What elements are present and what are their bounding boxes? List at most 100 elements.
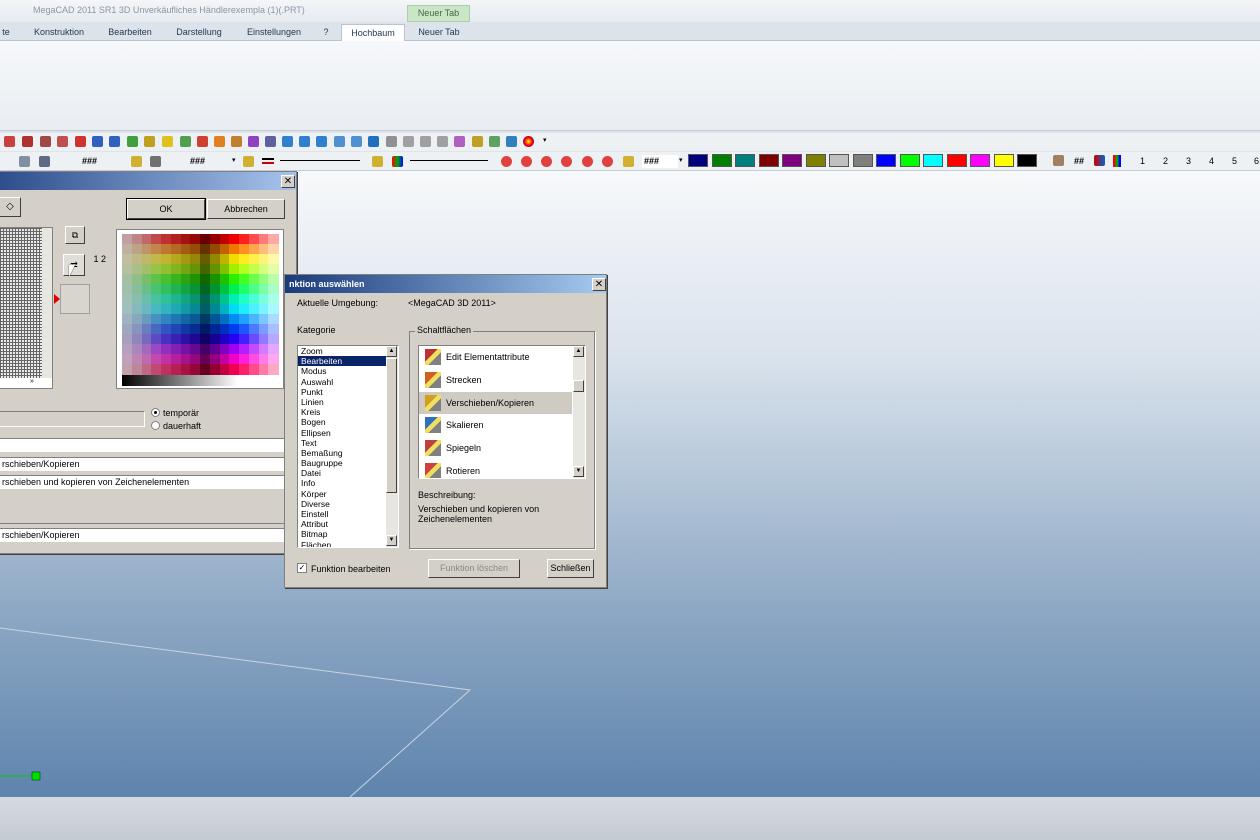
color-swatch[interactable] [782, 154, 802, 167]
line-style-field-1[interactable]: ### [82, 156, 97, 166]
palette-cell[interactable] [209, 264, 220, 275]
palette-cell[interactable] [219, 344, 230, 355]
palette-cell[interactable] [190, 234, 201, 245]
palette-cell[interactable] [180, 274, 191, 285]
tab-bearbeiten[interactable]: Bearbeiten [98, 24, 162, 41]
lock-icon[interactable] [131, 156, 142, 167]
palette-cell[interactable] [190, 334, 201, 345]
palette-cell[interactable] [141, 344, 152, 355]
palette-cell[interactable] [161, 354, 172, 365]
category-item[interactable]: Diverse [298, 499, 386, 509]
category-item[interactable]: Einstell [298, 509, 386, 519]
palette-cell[interactable] [141, 284, 152, 295]
palette-cell[interactable] [131, 314, 142, 325]
category-item[interactable]: Zoom [298, 346, 386, 356]
palette-cell[interactable] [209, 304, 220, 315]
palette-cell[interactable] [209, 334, 220, 345]
palette-cell[interactable] [239, 264, 250, 275]
palette-cell[interactable] [141, 254, 152, 265]
palette-cell[interactable] [268, 284, 279, 295]
palette-cell[interactable] [219, 334, 230, 345]
toolbar-icon-2[interactable] [22, 136, 33, 147]
palette-cell[interactable] [209, 294, 220, 305]
palette-cell[interactable] [180, 244, 191, 255]
palette-cell[interactable] [258, 344, 269, 355]
palette-cell[interactable] [190, 344, 201, 355]
palette-cell[interactable] [122, 354, 133, 365]
palette-cell[interactable] [258, 284, 269, 295]
color-swatch[interactable] [735, 154, 755, 167]
palette-cell[interactable] [122, 244, 133, 255]
palette-cell[interactable] [239, 304, 250, 315]
palette-cell[interactable] [248, 324, 259, 335]
category-item[interactable]: Ellipsen [298, 428, 386, 438]
line-style-field-2[interactable]: ### [190, 156, 205, 166]
palette-cell[interactable] [200, 344, 211, 355]
color-palette-grid[interactable] [122, 234, 279, 375]
palette-cell[interactable] [209, 244, 220, 255]
palette-cell[interactable] [161, 364, 172, 375]
palette-cell[interactable] [161, 304, 172, 315]
pen-icon[interactable] [150, 156, 161, 167]
toolbar-icon-15[interactable] [248, 136, 259, 147]
toolbar-icon-10[interactable] [162, 136, 173, 147]
palette-cell[interactable] [200, 364, 211, 375]
palette-cell[interactable] [122, 324, 133, 335]
palette-cell[interactable] [200, 294, 211, 305]
palette-cell[interactable] [200, 304, 211, 315]
palette-cell[interactable] [180, 334, 191, 345]
category-item[interactable]: Info [298, 478, 386, 488]
palette-cell[interactable] [239, 294, 250, 305]
category-item[interactable]: Flächen [298, 540, 386, 547]
toolbar-icon-4[interactable] [57, 136, 68, 147]
palette-cell[interactable] [200, 254, 211, 265]
palette-cell[interactable] [268, 264, 279, 275]
palette-cell[interactable] [190, 354, 201, 365]
color-swatch[interactable] [711, 154, 732, 167]
save-icon[interactable] [39, 156, 50, 167]
palette-cell[interactable] [131, 354, 142, 365]
function-item[interactable]: Spiegeln [419, 437, 572, 459]
eraser-tool-button[interactable]: ◇ [0, 197, 21, 217]
scroll-end-icon[interactable]: » [30, 378, 42, 388]
palette-cell[interactable] [268, 234, 279, 245]
palette-cell[interactable] [122, 304, 133, 315]
palette-cell[interactable] [170, 304, 181, 315]
layer-6-button[interactable]: 6 [1254, 156, 1259, 166]
palette-cell[interactable] [180, 324, 191, 335]
palette-cell[interactable] [268, 254, 279, 265]
category-item[interactable]: Bitmap [298, 529, 386, 539]
palette-cell[interactable] [268, 244, 279, 255]
function-name-field[interactable]: rschieben/Kopieren [0, 457, 286, 471]
palette-cell[interactable] [209, 274, 220, 285]
palette-cell[interactable] [151, 244, 162, 255]
palette-cell[interactable] [170, 354, 181, 365]
palette-cell[interactable] [161, 254, 172, 265]
palette-cell[interactable] [209, 364, 220, 375]
palette-cell[interactable] [229, 344, 240, 355]
palette-cell[interactable] [131, 344, 142, 355]
palette-cell[interactable] [219, 364, 230, 375]
palette-cell[interactable] [141, 314, 152, 325]
line-type-icon[interactable] [392, 156, 403, 167]
palette-cell[interactable] [131, 324, 142, 335]
toolbar-icon-17[interactable] [282, 136, 293, 147]
layer-5-button[interactable]: 5 [1232, 156, 1237, 166]
palette-cell[interactable] [219, 304, 230, 315]
palette-cell[interactable] [200, 264, 211, 275]
palette-cell[interactable] [190, 244, 201, 255]
palette-cell[interactable] [219, 294, 230, 305]
toolbar-overflow-icon[interactable]: ▾ [543, 136, 547, 144]
category-item[interactable]: Kreis [298, 407, 386, 417]
color-field[interactable]: ### [642, 155, 678, 168]
palette-cell[interactable] [122, 274, 133, 285]
palette-cell[interactable] [239, 334, 250, 345]
color-swatch[interactable] [876, 154, 896, 167]
palette-cell[interactable] [161, 314, 172, 325]
palette-cell[interactable] [229, 294, 240, 305]
palette-cell[interactable] [161, 334, 172, 345]
toolbar-icon-16[interactable] [265, 136, 276, 147]
palette-cell[interactable] [229, 324, 240, 335]
toolbar-icon-a[interactable] [19, 156, 30, 167]
toolbar-icon-19[interactable] [316, 136, 327, 147]
